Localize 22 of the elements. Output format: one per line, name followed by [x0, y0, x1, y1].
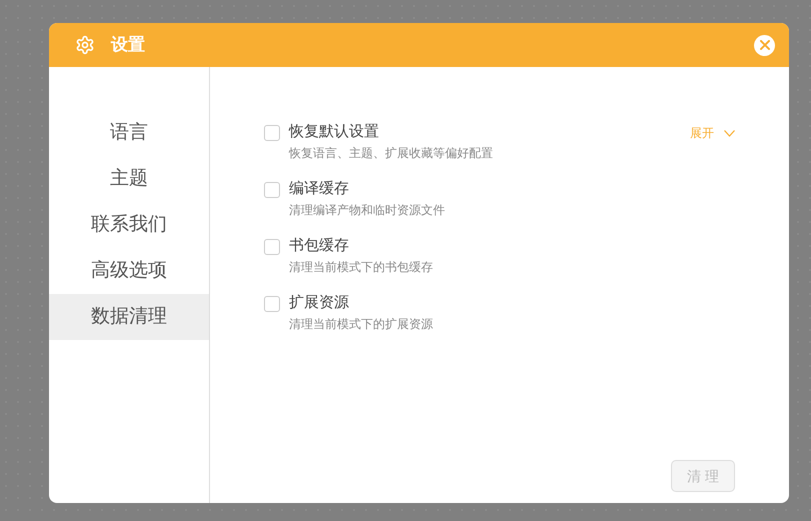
- option-description: 清理编译产物和临时资源文件: [289, 202, 446, 218]
- sidebar-item[interactable]: 高级选项: [49, 248, 209, 294]
- option-description: 清理当前模式下的扩展资源: [289, 316, 434, 332]
- checkbox[interactable]: [264, 182, 280, 198]
- checkbox[interactable]: [264, 125, 280, 141]
- sidebar-item[interactable]: 联系我们: [49, 202, 209, 248]
- sidebar-item[interactable]: 语言: [49, 110, 209, 156]
- option-title: 恢复默认设置: [289, 122, 380, 142]
- option-title: 扩展资源: [289, 293, 350, 313]
- option-title: 书包缓存: [289, 236, 350, 256]
- settings-icon: [75, 35, 95, 55]
- option-title: 编译缓存: [289, 179, 350, 199]
- checkbox[interactable]: [264, 239, 280, 255]
- chevron-icon: [724, 130, 735, 136]
- window-title: 设置: [111, 34, 145, 56]
- sidebar-item[interactable]: 数据清理: [49, 294, 209, 340]
- close-icon: [760, 40, 770, 50]
- option-description: 清理当前模式下的书包缓存: [289, 259, 434, 275]
- sidebar-item[interactable]: 主题: [49, 156, 209, 202]
- option-description: 恢复语言、主题、扩展收藏等偏好配置: [289, 145, 494, 161]
- close-button[interactable]: [754, 34, 775, 56]
- checkbox[interactable]: [264, 296, 280, 312]
